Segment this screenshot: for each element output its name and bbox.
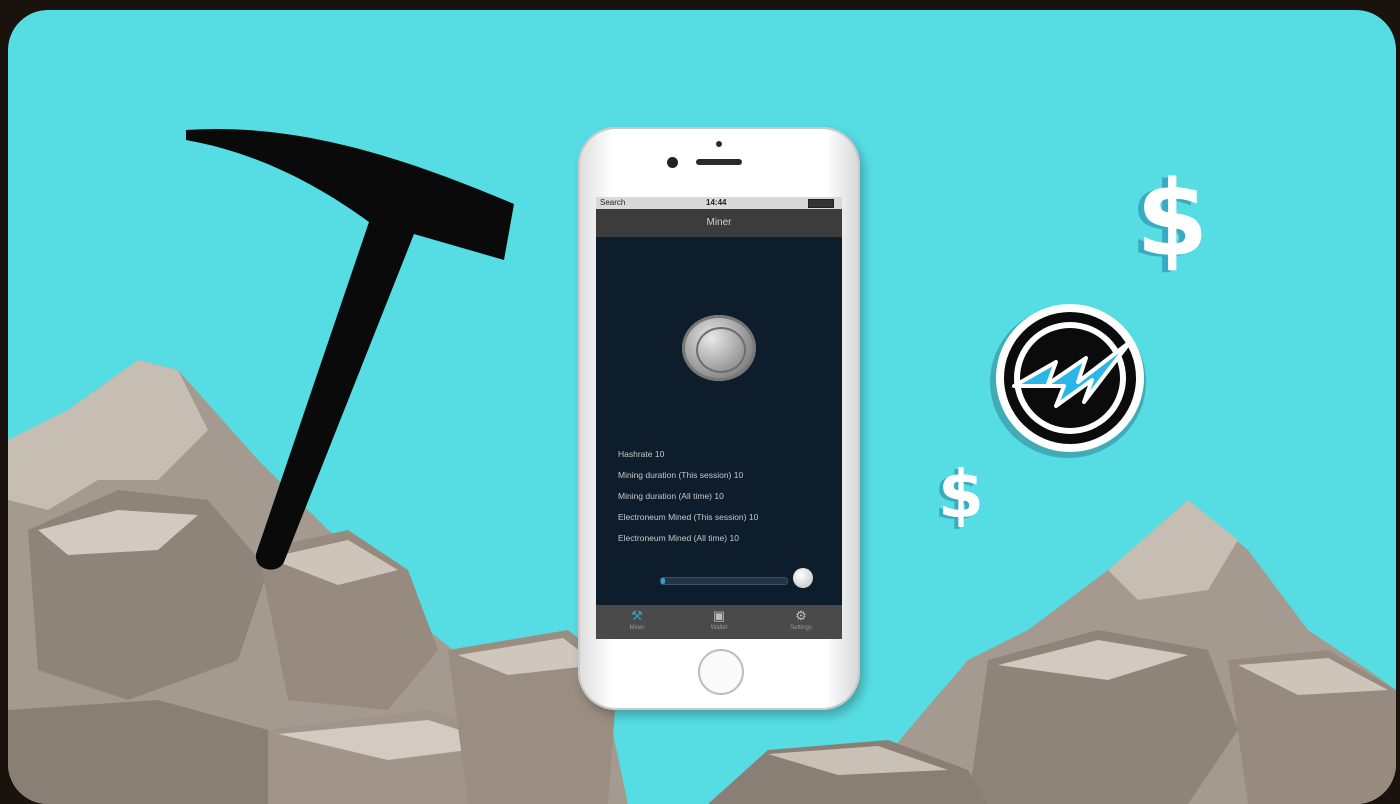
tab-miner-label: Miner <box>629 625 645 631</box>
stat-mining-duration-session: Mining duration (This session) 10 <box>618 470 744 480</box>
tab-miner[interactable]: ⚒ Miner <box>596 605 678 639</box>
mining-toggle-knob[interactable] <box>793 568 813 588</box>
dollar-sign-small: $ <box>938 456 984 533</box>
home-button[interactable] <box>698 649 744 695</box>
image-frame: $ $ Search 14:44 Miner Hashrate 10 Minin… <box>0 0 1400 804</box>
dollar-sign-large: $ <box>1136 158 1209 280</box>
wallet-icon: ▣ <box>712 608 726 623</box>
status-time: 14:44 <box>706 198 727 207</box>
smartphone: Search 14:44 Miner Hashrate 10 Mining du… <box>578 127 860 710</box>
tab-wallet-label: Wallet <box>710 625 728 631</box>
mining-progress-fill <box>661 578 665 584</box>
status-back-label: Search <box>600 198 626 207</box>
electroneum-coin-icon <box>682 315 756 381</box>
stat-mined-all-time: Electroneum Mined (All time) 10 <box>618 533 739 543</box>
stat-hashrate: Hashrate 10 <box>618 449 665 459</box>
tab-settings-label: Settings <box>790 625 812 631</box>
pickaxe-illustration <box>186 128 514 570</box>
tab-wallet[interactable]: ▣ Wallet <box>678 605 760 639</box>
proximity-sensor <box>716 141 722 147</box>
mining-stats: Hashrate 10 Mining duration (This sessio… <box>618 449 758 554</box>
earpiece-speaker <box>696 159 742 165</box>
stat-mined-session: Electroneum Mined (This session) 10 <box>618 512 759 522</box>
tab-bar: ⚒ Miner ▣ Wallet ⚙ Settings <box>596 605 842 639</box>
tab-settings[interactable]: ⚙ Settings <box>760 605 842 639</box>
pickaxe-icon: ⚒ <box>631 608 643 623</box>
mining-progress-bar <box>660 577 788 585</box>
illustration-scene: $ $ Search 14:44 Miner Hashrate 10 Minin… <box>8 10 1396 804</box>
gear-icon: ⚙ <box>795 608 807 623</box>
battery-icon <box>808 199 834 208</box>
electroneum-logo <box>990 304 1146 458</box>
front-camera <box>667 157 678 168</box>
phone-screen: Search 14:44 Miner Hashrate 10 Mining du… <box>596 197 842 639</box>
screen-title: Miner <box>596 209 842 237</box>
status-bar: Search 14:44 <box>596 197 842 209</box>
stat-mining-duration-all-time: Mining duration (All time) 10 <box>618 491 724 501</box>
